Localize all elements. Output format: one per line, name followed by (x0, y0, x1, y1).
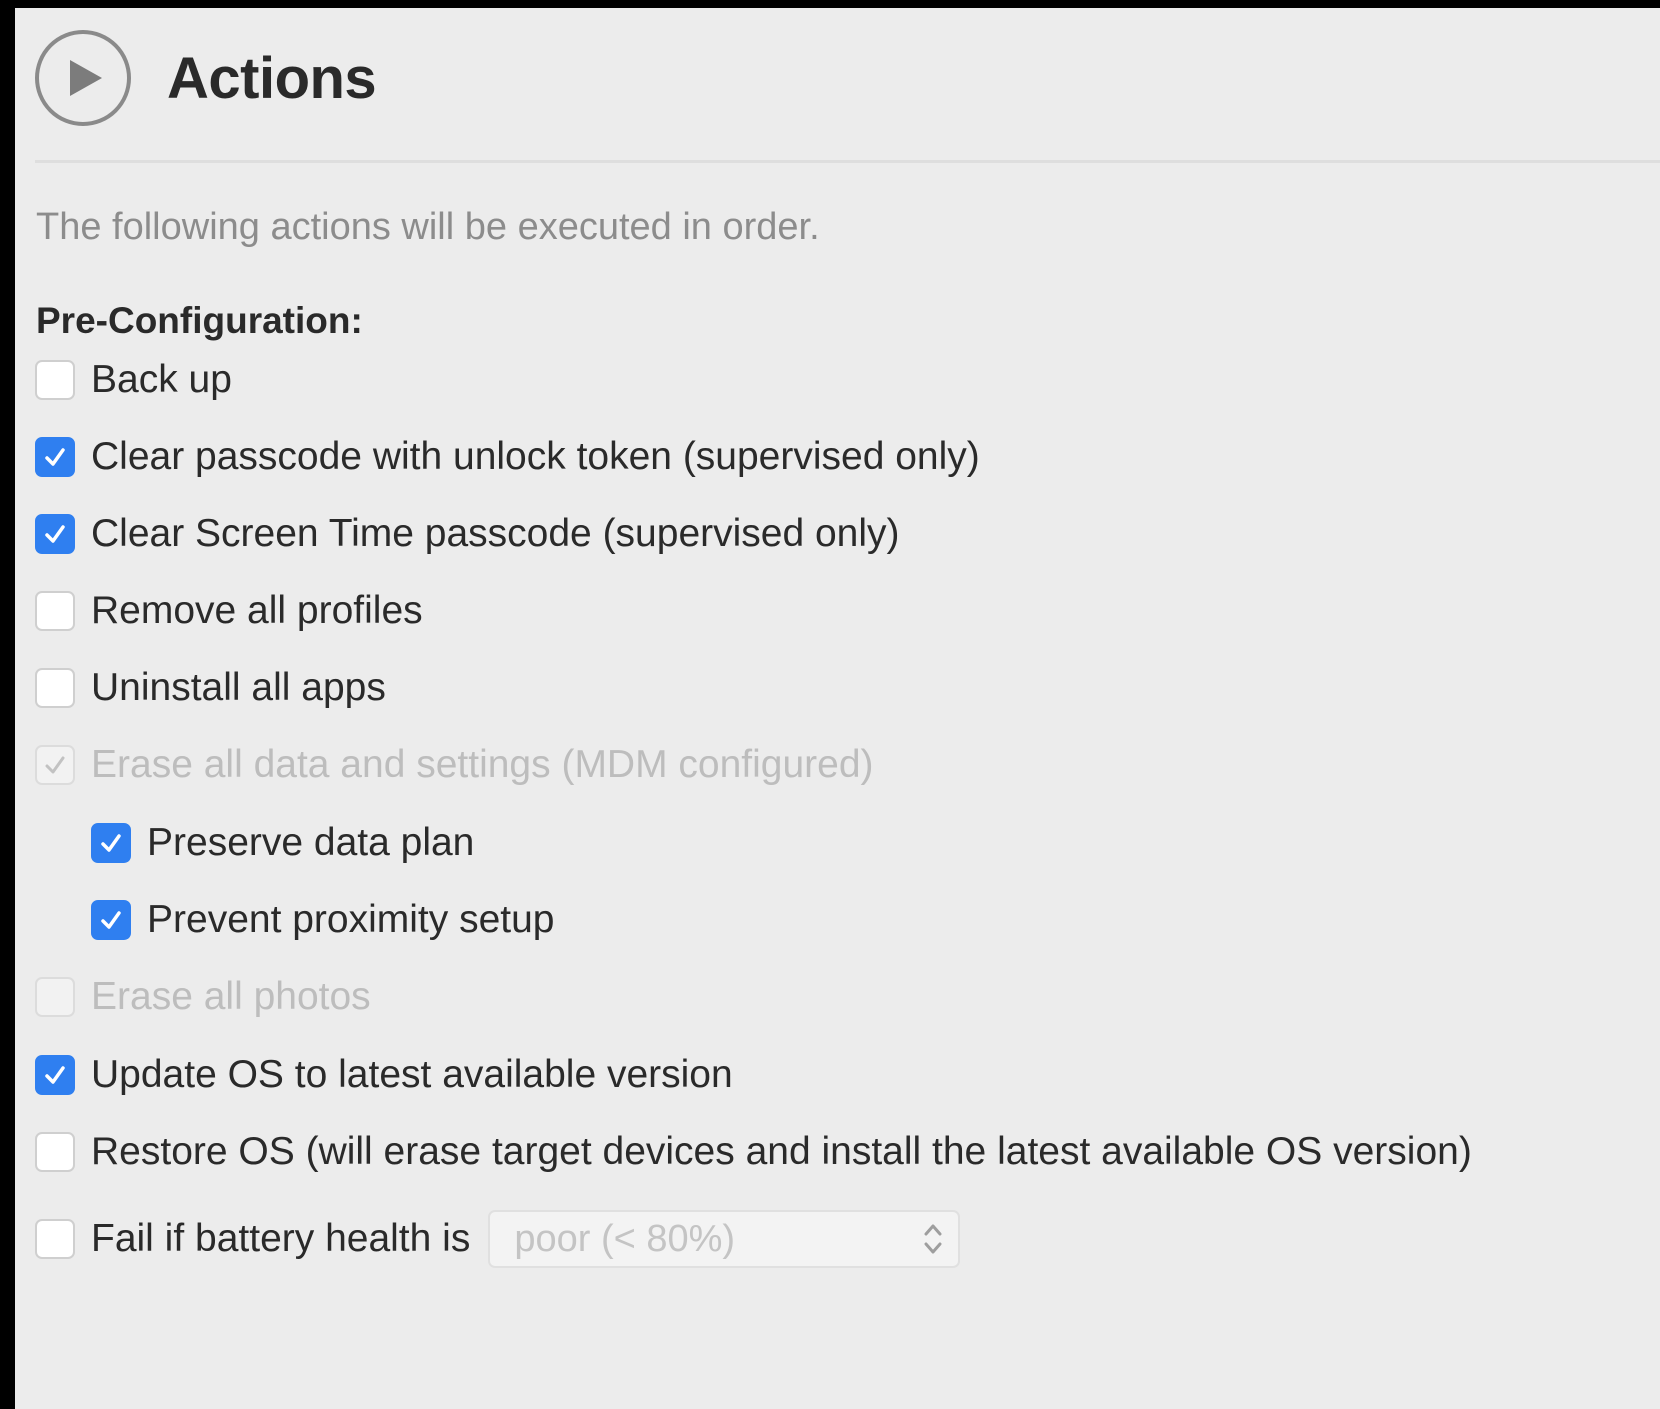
checkmark-icon (45, 525, 65, 543)
option-update-os[interactable]: Update OS to latest available version (35, 1045, 733, 1105)
checkbox-fail-battery-health[interactable] (35, 1219, 75, 1259)
option-label: Erase all data and settings (MDM configu… (91, 743, 874, 786)
checkmark-icon (101, 911, 121, 929)
option-erase-all-photos: Erase all photos (35, 967, 371, 1027)
option-preserve-data-plan[interactable]: Preserve data plan (91, 813, 474, 873)
option-uninstall-all-apps[interactable]: Uninstall all apps (35, 658, 386, 718)
checkmark-icon (45, 1066, 65, 1084)
panel-description: The following actions will be executed i… (36, 206, 820, 248)
option-label: Update OS to latest available version (91, 1053, 733, 1096)
battery-health-select: poor (< 80%) (488, 1210, 961, 1268)
play-circle-icon (35, 30, 131, 126)
option-label: Erase all photos (91, 975, 371, 1018)
checkmark-icon (45, 448, 65, 466)
actions-panel: Actions The following actions will be ex… (15, 8, 1660, 1409)
option-label: Prevent proximity setup (147, 898, 555, 941)
option-back-up[interactable]: Back up (35, 350, 232, 410)
option-label: Preserve data plan (147, 821, 475, 864)
option-erase-all-data: Erase all data and settings (MDM configu… (35, 735, 874, 795)
option-label: Clear passcode with unlock token (superv… (91, 435, 980, 478)
option-fail-battery-health[interactable]: Fail if battery health is poor (< 80%) (35, 1209, 961, 1269)
option-prevent-proximity-setup[interactable]: Prevent proximity setup (91, 890, 555, 950)
option-label: Back up (91, 358, 232, 401)
checkbox-prevent-proximity-setup[interactable] (91, 900, 131, 940)
checkbox-erase-all-data (35, 745, 75, 785)
option-label: Restore OS (will erase target devices an… (91, 1130, 1472, 1173)
panel-title: Actions (167, 45, 377, 111)
option-remove-all-profiles[interactable]: Remove all profiles (35, 581, 423, 641)
option-clear-screen-time-passcode[interactable]: Clear Screen Time passcode (supervised o… (35, 504, 900, 564)
option-label: Remove all profiles (91, 589, 423, 632)
checkbox-update-os[interactable] (35, 1055, 75, 1095)
panel-header: Actions (35, 28, 377, 128)
checkbox-remove-all-profiles[interactable] (35, 591, 75, 631)
battery-health-select-value: poor (< 80%) (514, 1217, 736, 1260)
checkbox-back-up[interactable] (35, 360, 75, 400)
checkbox-preserve-data-plan[interactable] (91, 823, 131, 863)
section-label-pre-configuration: Pre-Configuration: (36, 300, 363, 341)
checkmark-icon (101, 834, 121, 852)
option-label: Clear Screen Time passcode (supervised o… (91, 512, 900, 555)
checkbox-clear-screen-time-passcode[interactable] (35, 514, 75, 554)
checkmark-icon (45, 756, 65, 774)
checkbox-uninstall-all-apps[interactable] (35, 668, 75, 708)
checkbox-clear-passcode[interactable] (35, 437, 75, 477)
chevron-up-down-icon (924, 1224, 942, 1254)
option-label: Fail if battery health is (91, 1217, 471, 1260)
option-clear-passcode[interactable]: Clear passcode with unlock token (superv… (35, 427, 980, 487)
header-divider (35, 160, 1660, 163)
option-restore-os[interactable]: Restore OS (will erase target devices an… (35, 1122, 1472, 1182)
checkbox-restore-os[interactable] (35, 1132, 75, 1172)
checkbox-erase-all-photos (35, 977, 75, 1017)
option-label: Uninstall all apps (91, 666, 386, 709)
